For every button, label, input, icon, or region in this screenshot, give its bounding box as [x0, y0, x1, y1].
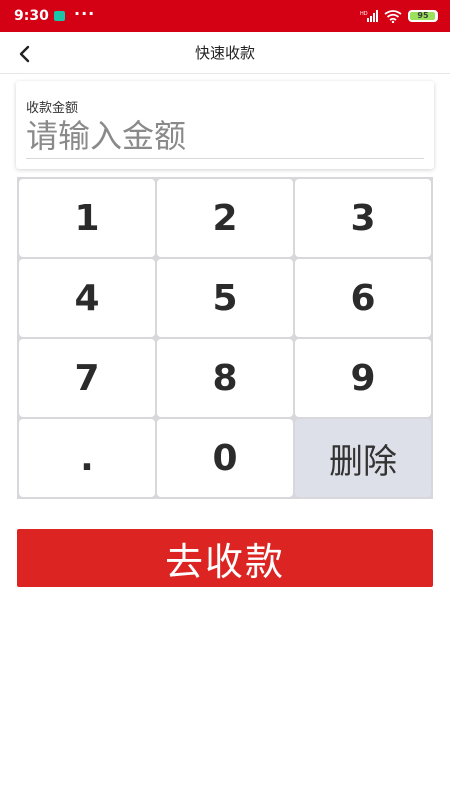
key-decimal[interactable]: . [19, 419, 155, 497]
status-bar: 9:30 ··· HD 95 [0, 0, 450, 32]
key-7[interactable]: 7 [19, 339, 155, 417]
key-1[interactable]: 1 [19, 179, 155, 257]
amount-card: 收款金额 [16, 81, 434, 169]
delete-button[interactable]: 删除 [295, 419, 431, 497]
page-title: 快速收款 [194, 44, 255, 62]
key-5[interactable]: 5 [157, 259, 293, 337]
main-content: 收款金额 1 2 3 4 5 6 7 8 9 . 0 删除 去收款 [0, 74, 450, 800]
battery-level: 95 [417, 11, 429, 20]
app-notification-icon [54, 11, 65, 21]
number-keypad: 1 2 3 4 5 6 7 8 9 . 0 删除 [17, 177, 433, 499]
collect-payment-button[interactable]: 去收款 [17, 529, 433, 587]
status-indicators: HD 95 [360, 9, 438, 23]
key-9[interactable]: 9 [295, 339, 431, 417]
key-8[interactable]: 8 [157, 339, 293, 417]
amount-input[interactable] [26, 113, 424, 159]
more-notifications-icon: ··· [74, 4, 96, 23]
key-3[interactable]: 3 [295, 179, 431, 257]
status-time: 9:30 [14, 8, 49, 24]
nav-bar: 快速收款 [0, 32, 450, 74]
key-0[interactable]: 0 [157, 419, 293, 497]
key-2[interactable]: 2 [157, 179, 293, 257]
key-4[interactable]: 4 [19, 259, 155, 337]
key-6[interactable]: 6 [295, 259, 431, 337]
signal-icon: HD [360, 10, 378, 22]
svg-text:HD: HD [360, 11, 368, 17]
battery-icon: 95 [408, 10, 438, 22]
wifi-icon [384, 9, 402, 23]
